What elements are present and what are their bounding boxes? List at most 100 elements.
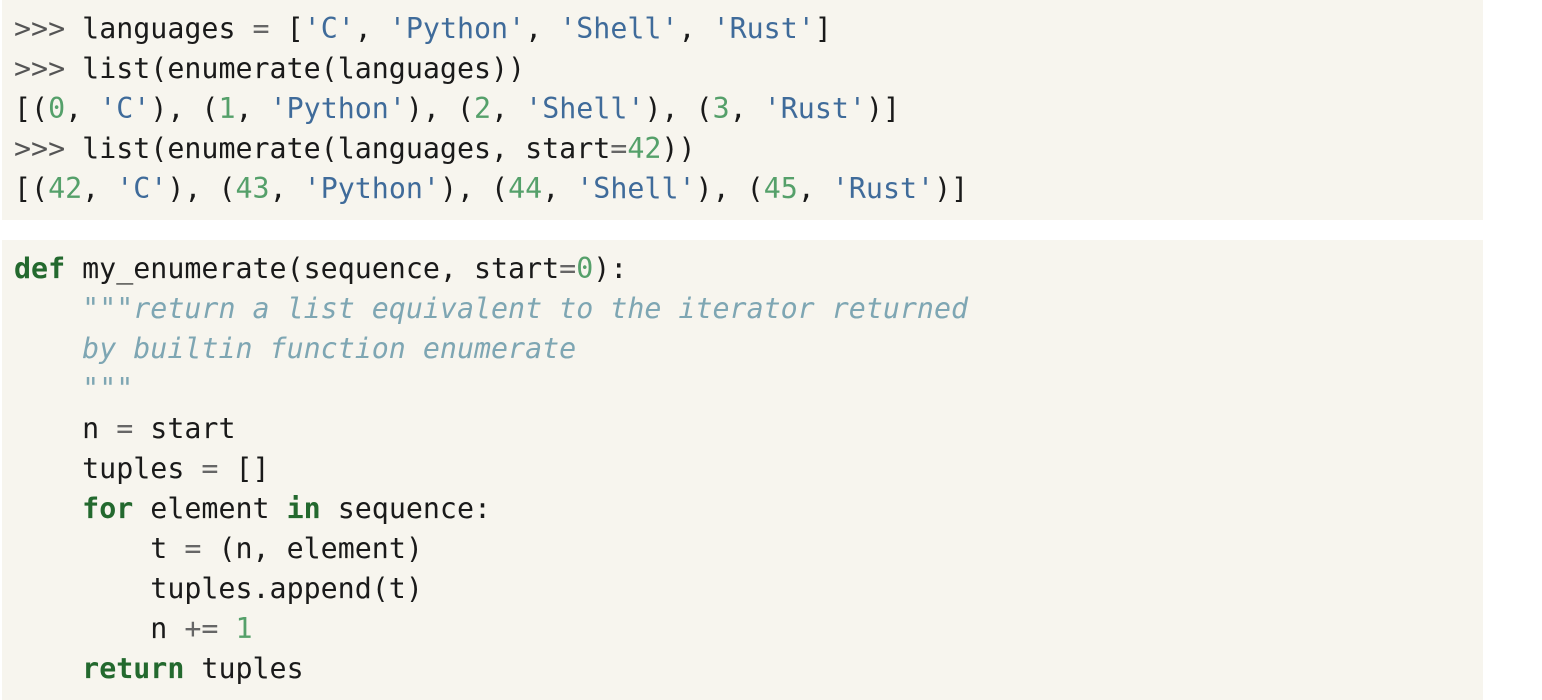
operator-token: = [559,252,577,285]
punctuation-token: , [729,92,764,125]
operator-token: = [252,12,270,45]
punctuation-token: , [82,172,117,205]
punctuation-token: , [525,12,560,45]
code-text: list(enumerate(languages)) [82,52,526,85]
number-literal: 42 [627,132,662,165]
code-line: [(42, 'C'), (43, 'Python'), (44, 'Shell'… [14,169,1483,209]
string-literal: 'C' [303,12,355,45]
code-text: tuples.append(t) [14,572,423,605]
punctuation-token: [( [14,172,49,205]
code-text: my_enumerate(sequence, start [65,252,560,285]
punctuation-token: , [269,172,304,205]
string-literal: 'C' [116,172,168,205]
operator-token: += [184,612,219,645]
string-literal: 'Rust' [831,172,935,205]
punctuation-token: ), ( [405,92,475,125]
punctuation-token: )] [934,172,969,205]
keyword-token: return [82,652,185,685]
punctuation-token: ), ( [167,172,236,205]
string-literal: 'C' [99,92,151,125]
code-line: t = (n, element) [14,529,1483,569]
number-literal: 44 [508,172,543,205]
code-line: """return a list equivalent to the itera… [14,289,1483,329]
code-line: >>> list(enumerate(languages)) [14,49,1483,89]
punctuation-token: , [491,92,526,125]
string-literal: 'Shell' [559,12,679,45]
punctuation-token: , [678,12,713,45]
number-literal: 43 [235,172,270,205]
operator-token: = [610,132,628,165]
punctuation-token: , [354,12,389,45]
code-line: n = start [14,409,1483,449]
code-text: element [133,492,287,525]
string-literal: 'Shell' [525,92,645,125]
number-literal: 42 [48,172,83,205]
code-text: languages [82,12,253,45]
keyword-token: for [82,492,134,525]
code-line: tuples.append(t) [14,569,1483,609]
number-literal: 3 [712,92,730,125]
code-text: sequence: [320,492,492,525]
punctuation-token: , [65,92,100,125]
code-text: tuples [184,652,304,685]
code-line: def my_enumerate(sequence, start=0): [14,249,1483,289]
number-literal: 1 [235,612,253,645]
code-text: list(enumerate(languages, start [82,132,611,165]
number-literal: 2 [474,92,492,125]
punctuation-token: ), ( [150,92,219,125]
docstring-text: by builtin function enumerate [82,332,577,365]
punctuation-token: , [235,92,270,125]
string-literal: 'Python' [388,12,526,45]
code-line: >>> languages = ['C', 'Python', 'Shell',… [14,9,1483,49]
code-text: start [133,412,236,445]
code-text: tuples [14,452,202,485]
operator-token: = [116,412,134,445]
punctuation-token: ), ( [439,172,509,205]
code-line: by builtin function enumerate [14,329,1483,369]
prompt-token: >>> [14,52,83,85]
code-line: n += 1 [14,609,1483,649]
punctuation-token: (n, element) [201,532,423,565]
string-literal: 'Shell' [576,172,696,205]
code-line: """ [14,369,1483,409]
punctuation-token: [ [269,12,304,45]
code-line: [(0, 'C'), (1, 'Python'), (2, 'Shell'), … [14,89,1483,129]
string-literal: 'Rust' [712,12,815,45]
string-literal: 'Python' [269,92,406,125]
docstring-text: """return a list equivalent to the itera… [82,292,969,325]
punctuation-token: , [542,172,577,205]
punctuation-token: ): [593,252,628,285]
code-line: for element in sequence: [14,489,1483,529]
operator-token: = [201,452,219,485]
punctuation-token: , [797,172,832,205]
keyword-token: def [14,252,66,285]
code-text: n [14,612,185,645]
punctuation-token: ] [814,12,832,45]
punctuation-token: [] [218,452,270,485]
prompt-token: >>> [14,12,83,45]
string-literal: 'Python' [303,172,440,205]
punctuation-token: [( [14,92,49,125]
operator-token: = [184,532,202,565]
code-line: tuples = [] [14,449,1483,489]
code-text: t [14,532,185,565]
number-literal: 45 [763,172,798,205]
function-code-block: def my_enumerate(sequence, start=0): """… [2,240,1483,700]
punctuation-token: )) [661,132,696,165]
docstring-text: """ [82,372,134,405]
punctuation-token: ), ( [695,172,764,205]
code-line: return tuples [14,649,1483,689]
string-literal: 'Rust' [763,92,866,125]
keyword-token: in [286,492,321,525]
prompt-token: >>> [14,132,83,165]
punctuation-token: ), ( [644,92,713,125]
code-line: >>> list(enumerate(languages, start=42)) [14,129,1483,169]
number-literal: 1 [218,92,236,125]
punctuation-token: )] [865,92,901,125]
repl-code-block: >>> languages = ['C', 'Python', 'Shell',… [2,0,1483,220]
